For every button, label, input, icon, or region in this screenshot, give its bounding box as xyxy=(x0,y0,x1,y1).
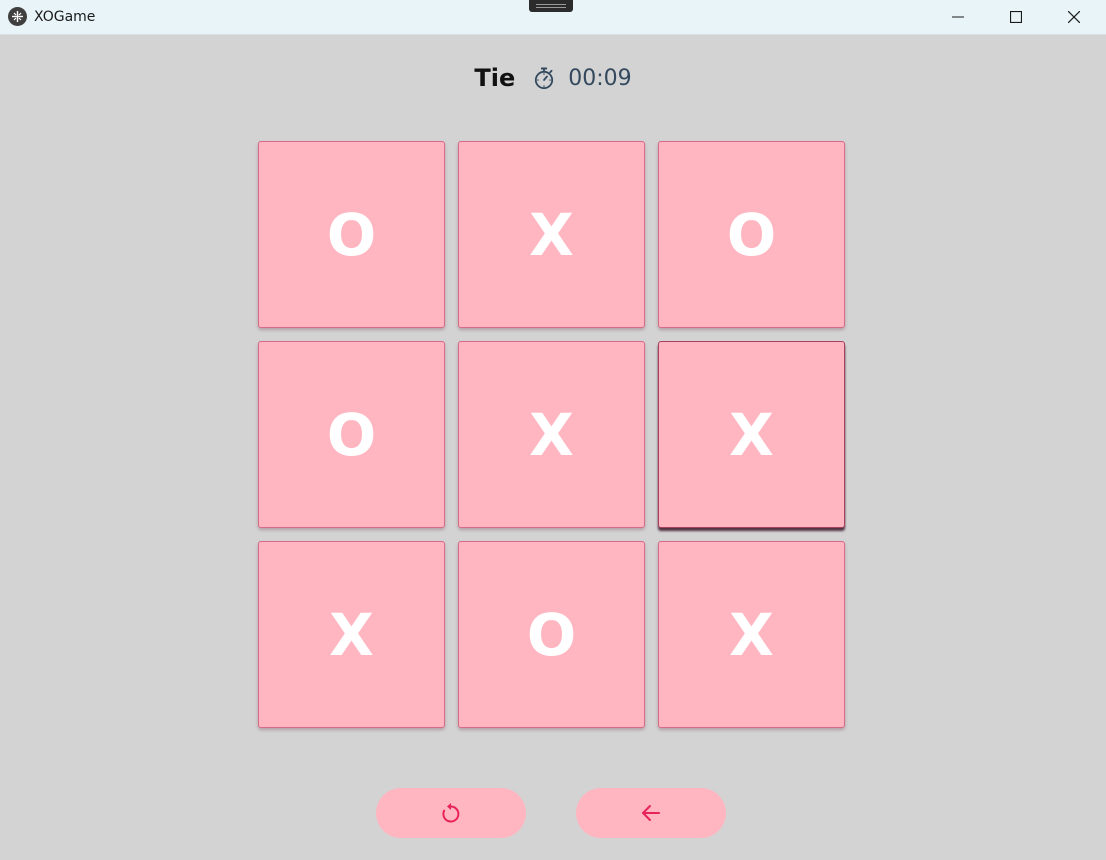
board-cell-1[interactable]: O xyxy=(258,141,445,328)
cell-mark: X xyxy=(529,200,574,269)
window-title: XOGame xyxy=(34,9,96,25)
board-cell-2[interactable]: X xyxy=(458,141,645,328)
maximize-icon xyxy=(1010,11,1022,23)
cell-mark: X xyxy=(529,400,574,469)
back-button[interactable] xyxy=(576,788,726,838)
restart-icon xyxy=(442,803,460,823)
maximize-button[interactable] xyxy=(993,0,1039,34)
app-logo-icon xyxy=(8,7,27,26)
restart-button[interactable] xyxy=(376,788,526,838)
minimize-icon xyxy=(952,16,964,18)
close-button[interactable] xyxy=(1051,0,1097,34)
cell-mark: X xyxy=(729,400,774,469)
board-cell-3[interactable]: O xyxy=(658,141,845,328)
board-cell-5[interactable]: X xyxy=(458,341,645,528)
board-cell-9[interactable]: X xyxy=(658,541,845,728)
title-bar[interactable]: XOGame xyxy=(0,0,1106,35)
game-board: O X O O X X X O X xyxy=(258,141,846,728)
drag-handle[interactable] xyxy=(529,0,573,12)
cell-mark: O xyxy=(326,400,377,469)
arrow-left-icon xyxy=(642,805,660,821)
minimize-button[interactable] xyxy=(935,0,981,34)
cell-mark: X xyxy=(329,600,374,669)
board-cell-6[interactable]: X xyxy=(658,341,845,528)
result-text: Tie xyxy=(474,64,516,92)
game-status: Tie 00:09 xyxy=(0,62,1106,94)
board-cell-7[interactable]: X xyxy=(258,541,445,728)
cell-mark: O xyxy=(326,200,377,269)
cell-mark: O xyxy=(526,600,577,669)
board-cell-4[interactable]: O xyxy=(258,341,445,528)
close-icon xyxy=(1068,11,1080,23)
board-cell-8[interactable]: O xyxy=(458,541,645,728)
timer-value: 00:09 xyxy=(568,65,632,91)
stopwatch-icon xyxy=(532,66,556,90)
cell-mark: O xyxy=(726,200,777,269)
cell-mark: X xyxy=(729,600,774,669)
